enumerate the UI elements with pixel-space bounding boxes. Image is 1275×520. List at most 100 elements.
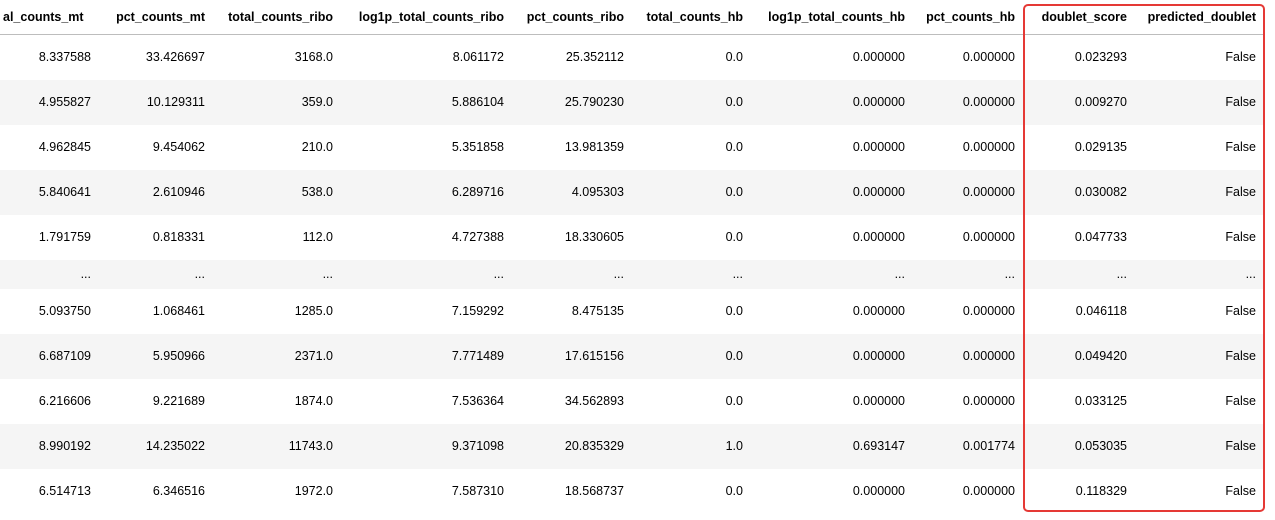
table-cell: 359.0 (301, 95, 333, 109)
table-cell: 0.000000 (852, 140, 905, 154)
table-cell: 0.009270 (1074, 95, 1127, 109)
table-cell: 0.000000 (962, 95, 1015, 109)
table-cell: 4.095303 (571, 185, 624, 199)
table-cell: 5.886104 (451, 95, 504, 109)
table-row: 6.687109 5.950966 2371.0 7.771489 17.615156 0… (0, 333, 1265, 379)
table-cell: ... (1245, 267, 1256, 281)
table-cell: 0.000000 (962, 230, 1015, 244)
column-header-predicted-doublet: predicted_doublet (1136, 0, 1265, 35)
table-cell: 0.000000 (852, 185, 905, 199)
table-cell: 11743.0 (288, 439, 333, 453)
table-cell: 13.981359 (564, 140, 624, 154)
table-cell: 0.0 (725, 140, 743, 154)
table-row: 8.990192 14.235022 11743.0 9.371098 20.83532… (0, 423, 1265, 469)
table-cell: False (1225, 185, 1256, 199)
table-cell: 6.514713 (38, 484, 91, 498)
table-cell: ... (613, 267, 624, 281)
table-cell: 0.000000 (962, 484, 1015, 498)
table-cell: 2.610946 (152, 185, 205, 199)
table-cell: 17.615156 (564, 349, 624, 363)
column-header: pct_counts_ribo (513, 0, 633, 35)
table-cell: 0.053035 (1074, 439, 1127, 453)
table-cell: 0.000000 (962, 185, 1015, 199)
table-cell: 1.791759 (38, 230, 91, 244)
table-cell: 6.289716 (451, 185, 504, 199)
table-cell: 8.061172 (452, 50, 504, 65)
table-cell: 4.955827 (38, 95, 91, 109)
table-cell: 0.000000 (962, 349, 1015, 363)
table-cell: 9.221689 (152, 394, 205, 408)
dataframe-table: al_counts_mt pct_counts_mt total_counts_… (0, 0, 1265, 514)
table-cell: 0.000000 (852, 349, 905, 363)
table-cell: 0.023293 (1074, 50, 1127, 65)
table-cell: ... (1116, 267, 1127, 281)
table-cell: 0.000000 (852, 230, 905, 244)
table-cell: 0.0 (725, 394, 743, 408)
table-body: 8.337588 33.426697 3168.0 8.061172 25.352112… (0, 35, 1265, 514)
table-cell: 6.216606 (38, 394, 91, 408)
table-row: 5.093750 1.068461 1285.0 7.159292 8.475135 0.… (0, 289, 1265, 334)
table-row: 1.791759 0.818331 112.0 4.727388 18.330605 0.… (0, 215, 1265, 260)
table-cell: False (1225, 230, 1256, 244)
ellipsis-row: .............................. (0, 259, 1265, 289)
table-cell: 33.426697 (145, 50, 205, 65)
table-cell: 14.235022 (145, 439, 205, 453)
table-cell: 0.118329 (1075, 484, 1127, 498)
table-cell: 2371.0 (294, 349, 333, 363)
table-cell: False (1225, 140, 1256, 154)
table-cell: False (1225, 304, 1256, 318)
table-cell: 0.0 (725, 349, 743, 363)
table-row: 4.962845 9.454062 210.0 5.351858 13.981359 0.… (0, 125, 1265, 170)
column-header: total_counts_hb (633, 0, 752, 35)
column-header: log1p_total_counts_hb (752, 0, 914, 35)
table-cell: ... (80, 267, 91, 281)
table-cell: 0.000000 (962, 304, 1015, 318)
table-cell: ... (322, 267, 333, 281)
table-cell: 0.046118 (1075, 304, 1127, 318)
table-cell: 0.030082 (1074, 185, 1127, 199)
table-cell: ... (1004, 267, 1015, 281)
table-cell: 18.330605 (564, 230, 624, 244)
column-header: log1p_total_counts_ribo (342, 0, 513, 35)
table-cell: 1874.0 (294, 394, 333, 408)
table-cell: 6.687109 (38, 349, 91, 363)
table-cell: 5.093750 (38, 304, 91, 318)
column-header: pct_counts_hb (914, 0, 1024, 35)
table-cell: 1972.0 (294, 484, 333, 498)
table-cell: 5.950966 (152, 349, 205, 363)
table-cell: 0.001774 (962, 439, 1015, 453)
table-cell: 1.068461 (152, 304, 205, 318)
table-cell: 7.536364 (451, 394, 504, 408)
table-cell: ... (493, 267, 504, 281)
table-cell: 9.454062 (152, 140, 205, 154)
table-cell: 4.727388 (451, 230, 504, 244)
table-cell: 8.337588 (38, 50, 91, 65)
table-row: 6.514713 6.346516 1972.0 7.587310 18.568737 0… (0, 469, 1265, 514)
table-cell: 0.000000 (962, 50, 1015, 65)
table-cell: 20.835329 (564, 439, 624, 453)
table-cell: 0.0 (725, 484, 743, 498)
table-cell: 3168.0 (294, 50, 333, 65)
table-cell: 0.0 (725, 185, 743, 199)
table-row: 8.337588 33.426697 3168.0 8.061172 25.352112… (0, 35, 1265, 80)
table-cell: 1.0 (725, 439, 743, 453)
table-row: 6.216606 9.221689 1874.0 7.536364 34.562893 0… (0, 379, 1265, 424)
column-header-doublet-score: doublet_score (1024, 0, 1136, 35)
table-cell: 0.0 (725, 304, 743, 318)
table-cell: 538.0 (301, 185, 333, 199)
table-row: 5.840641 2.610946 538.0 6.289716 4.095303 0.0… (0, 169, 1265, 215)
table-cell: 0.0 (725, 50, 743, 65)
table-cell: 0.033125 (1074, 394, 1127, 408)
table-cell: 34.562893 (564, 394, 624, 408)
table-cell: ... (732, 267, 743, 281)
table-cell: 0.000000 (962, 394, 1015, 408)
table-cell: 0.0 (725, 95, 743, 109)
table-cell: 0.693147 (852, 439, 905, 453)
table-cell: 4.962845 (38, 140, 91, 154)
table-cell: 0.000000 (852, 50, 905, 65)
column-header: pct_counts_mt (103, 0, 214, 35)
table-cell: 8.475135 (571, 304, 624, 318)
table-cell: 7.587310 (451, 484, 504, 498)
table-cell: 0.0 (725, 230, 743, 244)
table-cell: False (1225, 95, 1256, 109)
